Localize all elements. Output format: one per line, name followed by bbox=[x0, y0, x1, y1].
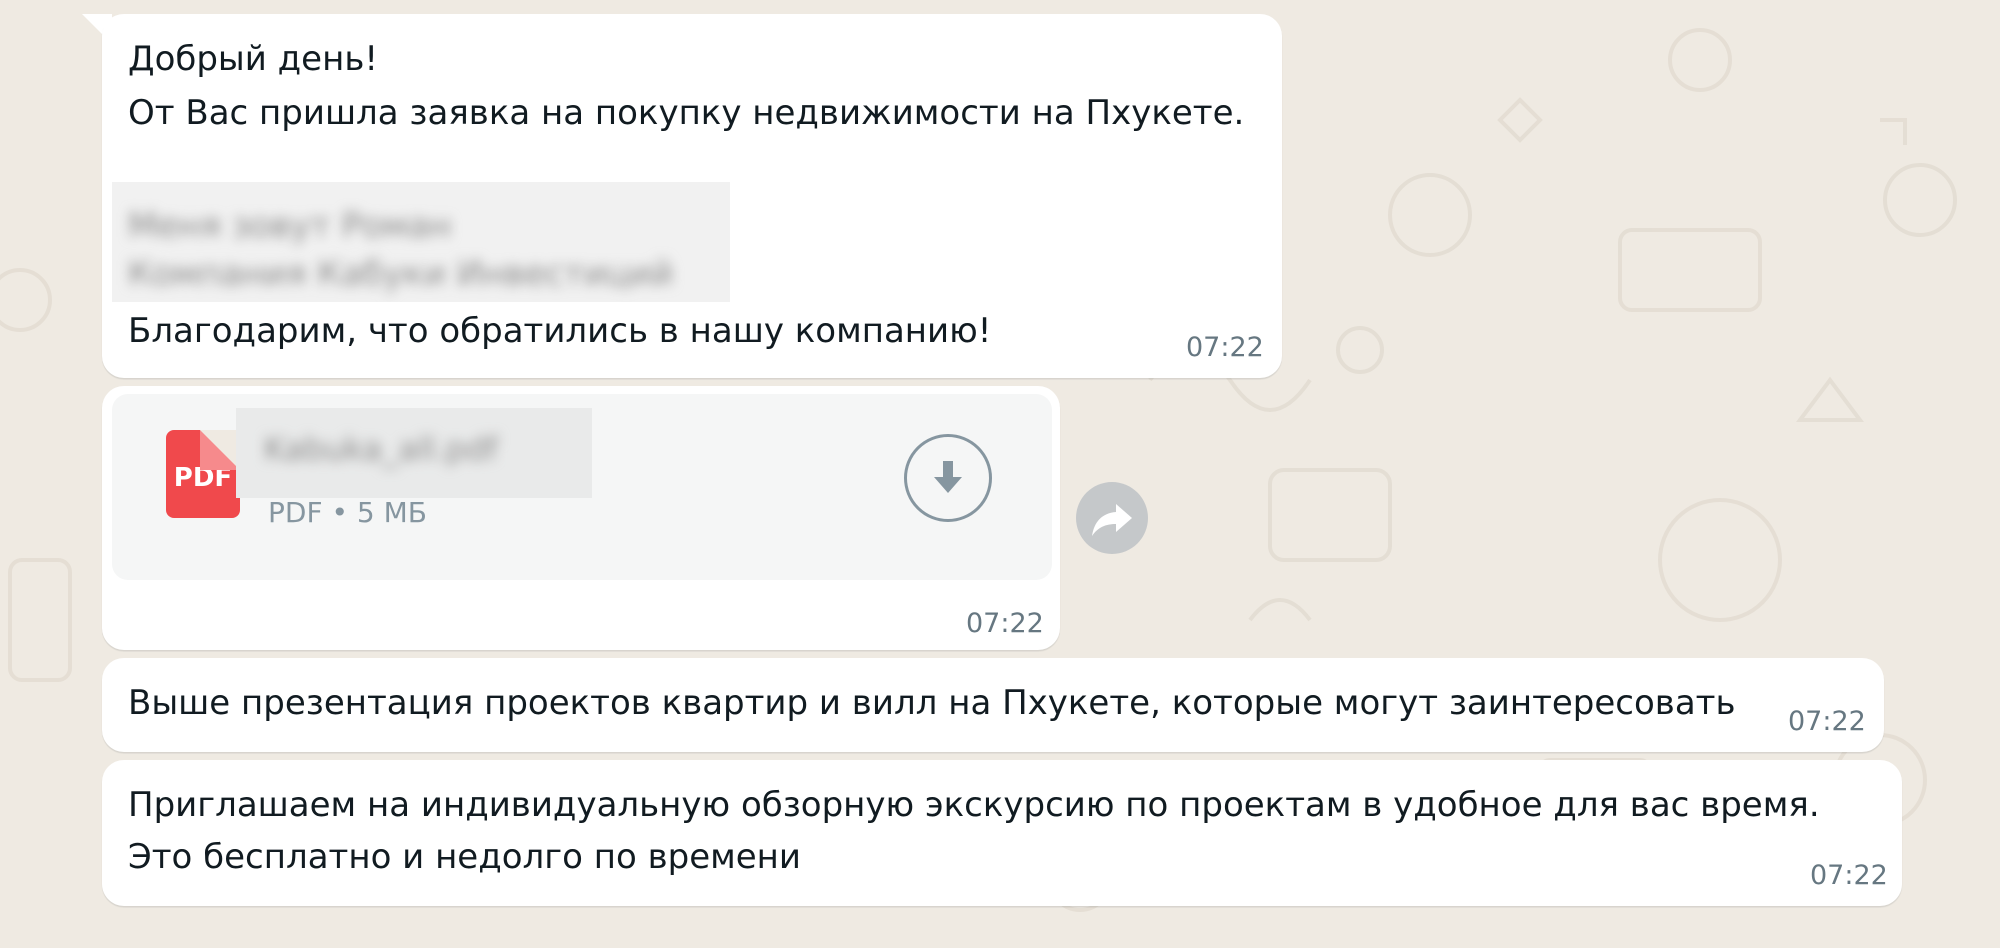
message-line: Это бесплатно и недолго по времени bbox=[128, 837, 802, 877]
forward-icon bbox=[1092, 504, 1132, 536]
message-time: 07:22 bbox=[1186, 332, 1264, 363]
file-name: Kabuka_all.pdf bbox=[264, 430, 498, 468]
redacted-line: Компания Кабуки Инвестиций bbox=[128, 254, 674, 294]
message-time: 07:22 bbox=[1788, 706, 1866, 737]
file-name-redacted: Kabuka_all.pdf bbox=[236, 408, 592, 498]
redacted-block: Меня зовут Роман Компания Кабуки Инвести… bbox=[112, 182, 730, 302]
document-card[interactable]: PDF Kabuka_all.pdf PDF • 5 МБ bbox=[112, 394, 1052, 580]
message-bubble-1[interactable]: Добрый день! От Вас пришла заявка на пок… bbox=[102, 14, 1282, 378]
message-text: Выше презентация проектов квартир и вилл… bbox=[128, 683, 1736, 723]
message-line: Приглашаем на индивидуальную обзорную эк… bbox=[128, 785, 1820, 825]
message-line: Благодарим, что обратились в нашу компан… bbox=[128, 311, 992, 351]
file-meta: PDF • 5 МБ bbox=[268, 496, 427, 529]
forward-button[interactable] bbox=[1076, 482, 1148, 554]
message-time: 07:22 bbox=[966, 608, 1044, 639]
download-button[interactable] bbox=[904, 434, 992, 522]
pdf-file-icon: PDF bbox=[166, 430, 240, 518]
message-line: Добрый день! bbox=[128, 39, 378, 79]
message-line: От Вас пришла заявка на покупку недвижим… bbox=[128, 93, 1245, 133]
message-time: 07:22 bbox=[1810, 860, 1888, 891]
message-bubble-4[interactable]: Приглашаем на индивидуальную обзорную эк… bbox=[102, 760, 1902, 906]
redacted-line: Меня зовут Роман bbox=[128, 206, 452, 246]
message-bubble-2[interactable]: PDF Kabuka_all.pdf PDF • 5 МБ 07:22 bbox=[102, 386, 1060, 650]
message-bubble-3[interactable]: Выше презентация проектов квартир и вилл… bbox=[102, 658, 1884, 752]
download-icon bbox=[934, 461, 962, 493]
